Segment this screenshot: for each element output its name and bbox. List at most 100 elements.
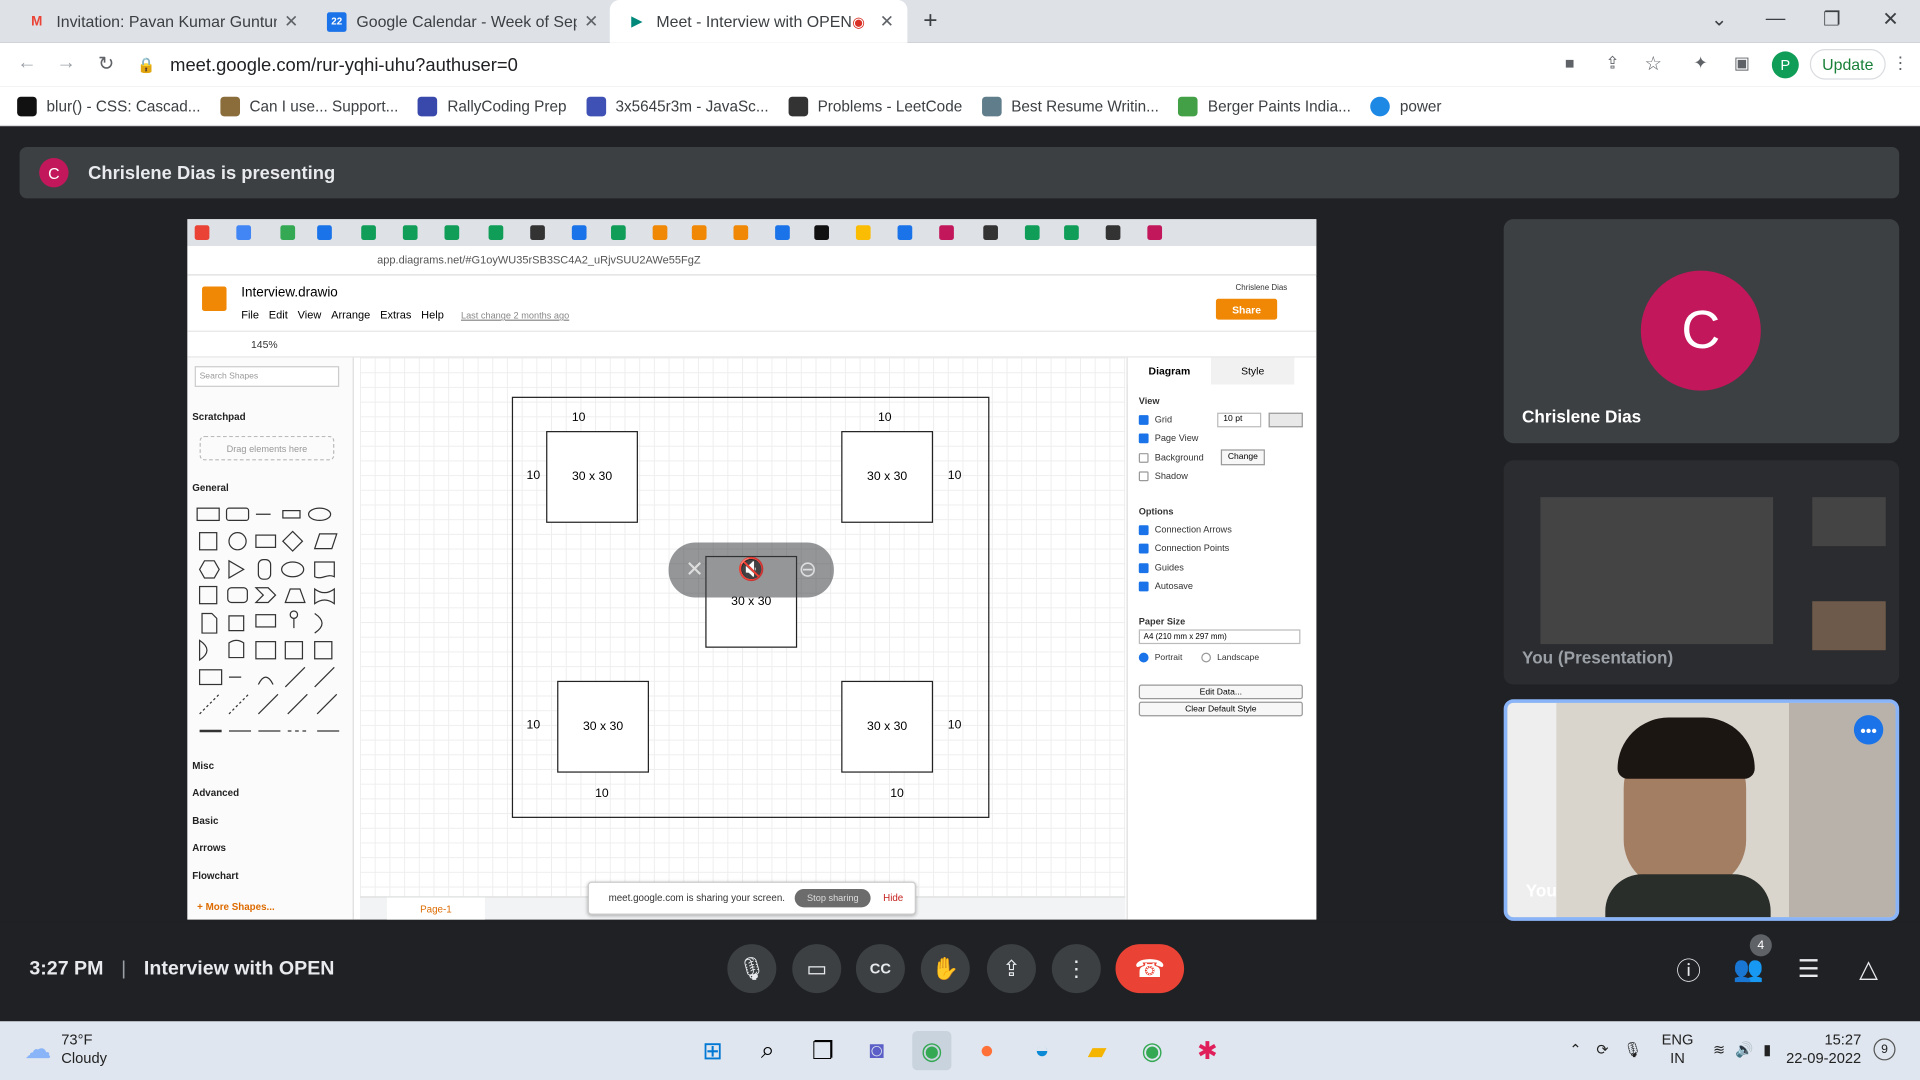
shapes-panel: Search Shapes Scratchpad Drag elements h… <box>187 357 354 920</box>
participant-name: You (Presentation) <box>1522 647 1674 668</box>
participant-tile[interactable]: C Chrislene Dias <box>1503 219 1900 444</box>
shared-tab-strip <box>187 219 1317 247</box>
participant-name: Chrislene Dias <box>1522 406 1642 427</box>
sync-icon[interactable]: ⟳ <box>1596 1041 1608 1058</box>
mic-icon[interactable]: 🎙 <box>1623 1041 1642 1058</box>
meet-stage: C Chrislene Dias is presenting app.diagr… <box>0 127 1920 1022</box>
presenting-banner: C Chrislene Dias is presenting <box>19 146 1900 199</box>
more-options-icon[interactable]: ••• <box>1853 715 1884 745</box>
diagram-box: 30 x 30 <box>841 431 934 523</box>
meeting-time: 3:27 PM <box>29 958 104 980</box>
reload-icon[interactable]: ↻ <box>98 51 114 75</box>
raise-hand-button[interactable]: ✋ <box>920 944 970 994</box>
self-video-tile[interactable]: ••• You <box>1503 699 1900 921</box>
meeting-time-title: 3:27 PM | Interview with OPEN <box>29 959 334 981</box>
slack-icon[interactable]: ✱ <box>1188 1031 1227 1070</box>
meeting-details-button[interactable]: ⓘ <box>1667 947 1711 991</box>
section-flowchart: Flowchart <box>192 870 239 882</box>
extensions-icon[interactable]: ✦ <box>1693 53 1707 74</box>
edge-icon[interactable]: ◒ <box>1022 1031 1061 1070</box>
chevron-up-icon[interactable]: ⌃ <box>1569 1041 1581 1058</box>
present-button[interactable]: ⇪ <box>986 944 1036 994</box>
mute-overlay: ✕ 🔇 ⊖ <box>668 542 834 598</box>
chrome-icon[interactable]: ◉ <box>912 1031 952 1071</box>
captions-button[interactable]: CC <box>855 944 905 994</box>
presentation-tile[interactable]: You (Presentation) <box>1503 460 1900 685</box>
person-hair <box>1617 717 1755 779</box>
search-icon[interactable]: ⌕ <box>748 1031 787 1070</box>
more-options-button[interactable]: ⋮ <box>1051 944 1101 994</box>
bookmark-icon <box>788 96 808 116</box>
chat-button[interactable]: ☰ <box>1787 947 1831 991</box>
bookmark-item[interactable]: blur() - CSS: Cascad... <box>17 96 200 116</box>
wifi-icon[interactable]: ≋ <box>1713 1041 1725 1058</box>
maximize-icon[interactable]: ❐ <box>1804 0 1860 39</box>
lock-icon: 🔒 <box>137 56 156 74</box>
bookmark-icon <box>417 96 438 116</box>
menu-icon[interactable]: ⋮ <box>1892 53 1909 74</box>
tab-calendar[interactable]: 22 Google Calendar - Week of Septe ✕ <box>310 0 610 43</box>
close-window-icon[interactable]: ✕ <box>1862 0 1918 39</box>
bookmark-item[interactable]: Can I use... Support... <box>220 96 398 116</box>
camera-icon: ▭ <box>806 955 828 981</box>
firefox-icon[interactable]: ● <box>967 1031 1006 1070</box>
address-bar[interactable]: 🔒 meet.google.com/rur-yqhi-uhu?authuser=… <box>137 48 1564 82</box>
end-call-button[interactable]: ☎ <box>1115 944 1185 994</box>
close-icon[interactable]: ✕ <box>880 11 894 32</box>
bookmark-item[interactable]: Best Resume Writin... <box>981 96 1159 116</box>
menu-edit: Edit <box>268 308 288 321</box>
close-icon[interactable]: ✕ <box>284 11 298 32</box>
gmail-icon: M <box>31 14 43 29</box>
present-icon: ⇪ <box>1002 955 1021 981</box>
file-explorer-icon[interactable]: ▰ <box>1078 1031 1117 1070</box>
option-item: Guides <box>1138 562 1184 573</box>
weather-widget[interactable]: ☁ 73°F Cloudy <box>24 1031 106 1068</box>
back-icon[interactable]: ← <box>17 53 37 75</box>
presenting-text: Chrislene Dias is presenting <box>88 162 336 184</box>
tab-gmail[interactable]: M Invitation: Pavan Kumar Gunturi | ✕ <box>10 0 310 43</box>
bookmark-item[interactable]: RallyCoding Prep <box>417 96 566 116</box>
option-item: Connection Arrows <box>1138 524 1232 535</box>
start-icon[interactable]: ⊞ <box>693 1031 732 1070</box>
options-heading: Options <box>1138 505 1174 517</box>
battery-icon[interactable]: ▮ <box>1763 1041 1771 1058</box>
clock-time: 15:27 <box>1824 1031 1862 1049</box>
presentation-thumbnail <box>1540 497 1774 645</box>
sharing-notification: meet.google.com is sharing your screen. … <box>587 881 916 915</box>
microphone-button[interactable]: 🎙 <box>727 944 777 994</box>
profile-avatar[interactable]: P <box>1771 51 1799 79</box>
bookmark-item[interactable]: Problems - LeetCode <box>788 96 962 116</box>
chevron-down-icon[interactable]: ⌄ <box>1691 0 1747 39</box>
star-icon[interactable]: ☆ <box>1645 51 1663 75</box>
notification-badge[interactable]: 9 <box>1873 1038 1896 1061</box>
drawio-toolbar: 145% <box>187 330 1317 358</box>
task-view-icon[interactable]: ❐ <box>803 1031 842 1070</box>
activities-button[interactable]: △ <box>1847 947 1891 991</box>
share-page-icon[interactable]: ⇪ <box>1605 53 1619 74</box>
bookmark-icon <box>17 96 37 116</box>
chrome-profile-icon[interactable]: ◉ <box>1133 1031 1172 1070</box>
shared-address-bar: app.diagrams.net/#G1oyWU35rSB3SC4A2_uRjv… <box>187 246 1317 276</box>
forward-icon[interactable]: → <box>56 53 76 75</box>
volume-icon[interactable]: 🔊 <box>1735 1041 1753 1058</box>
sharing-text: meet.google.com is sharing your screen. <box>608 892 786 904</box>
teams-chat-icon[interactable]: ◙ <box>857 1031 896 1070</box>
bookmark-item[interactable]: power <box>1370 96 1442 116</box>
margin-label: 10 <box>571 411 586 425</box>
bookmark-item[interactable]: 3x5645r3m - JavaSc... <box>586 96 769 116</box>
camera-button[interactable]: ▭ <box>792 944 842 994</box>
portrait-radio: Portrait <box>1138 652 1182 663</box>
camera-icon[interactable]: ■ <box>1565 54 1575 72</box>
participant-name: You <box>1525 880 1557 901</box>
new-tab-icon[interactable]: + <box>923 7 937 35</box>
thumbnail-avatar <box>1812 497 1886 547</box>
tab-meet[interactable]: ▶ Meet - Interview with OPEN ◉ ✕ <box>609 0 908 43</box>
margin-label: 10 <box>947 468 962 483</box>
weather-text: Cloudy <box>61 1049 107 1067</box>
minimize-icon[interactable]: — <box>1747 0 1803 39</box>
search-shapes: Search Shapes <box>194 366 340 387</box>
bookmark-item[interactable]: Berger Paints India... <box>1178 96 1351 116</box>
close-icon[interactable]: ✕ <box>584 11 598 32</box>
update-button[interactable]: Update <box>1809 48 1886 80</box>
sidepanel-icon[interactable]: ▣ <box>1734 53 1750 74</box>
